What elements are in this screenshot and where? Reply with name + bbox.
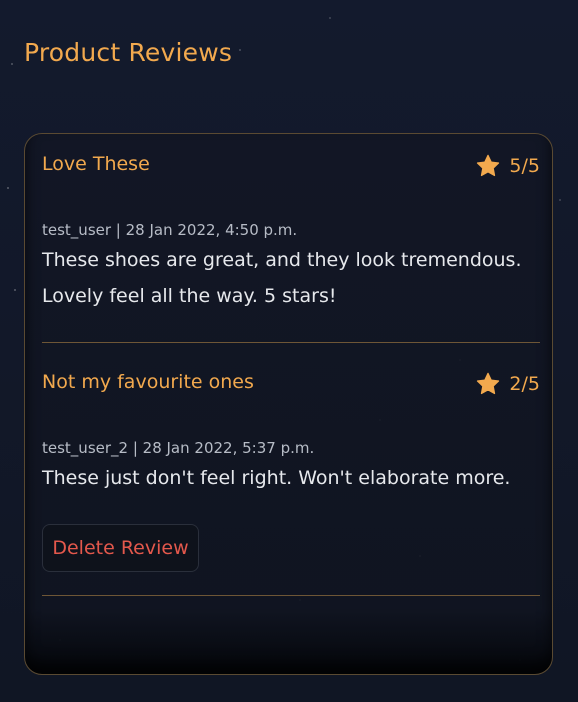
star-icon [477, 154, 500, 177]
star-icon [477, 372, 500, 395]
review-title: Love These [42, 153, 150, 175]
delete-review-button[interactable]: Delete Review [42, 524, 199, 572]
reviews-card: Love These 5/5 test_user | 28 Jan 2022, … [24, 133, 553, 675]
review-divider [42, 595, 540, 596]
review-header: Not my favourite ones 2/5 [42, 371, 540, 401]
review-title: Not my favourite ones [42, 371, 254, 393]
review-item: Not my favourite ones 2/5 test_user_2 | … [42, 371, 540, 496]
review-meta: test_user | 28 Jan 2022, 4:50 p.m. [42, 221, 298, 239]
review-rating: 5/5 [475, 153, 540, 179]
review-header: Love These 5/5 [42, 153, 540, 183]
review-body: These shoes are great, and they look tre… [42, 249, 522, 307]
page-title: Product Reviews [24, 38, 233, 67]
rating-value: 5/5 [509, 155, 540, 177]
review-divider [42, 342, 540, 343]
review-rating: 2/5 [475, 371, 540, 397]
rating-value: 2/5 [509, 373, 540, 395]
review-item: Love These 5/5 test_user | 28 Jan 2022, … [42, 153, 540, 314]
review-meta: test_user_2 | 28 Jan 2022, 5:37 p.m. [42, 439, 315, 457]
review-body: These just don't feel right. Won't elabo… [42, 467, 511, 489]
